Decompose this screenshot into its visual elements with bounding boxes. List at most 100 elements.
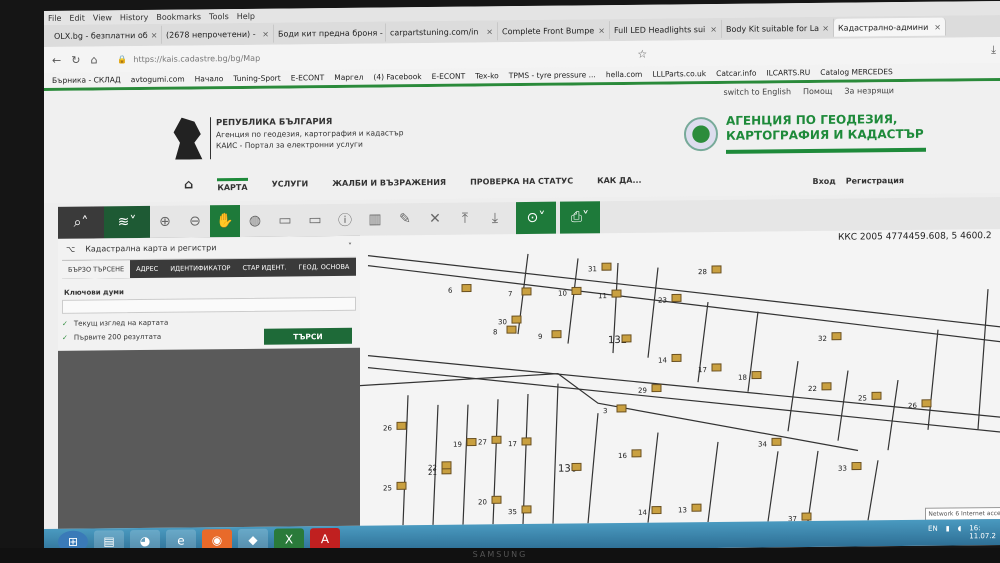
nav-services[interactable]: УСЛУГИ: [272, 179, 309, 188]
search-button[interactable]: ТЪРСИ: [264, 327, 352, 345]
pan-hand-button[interactable]: ✋: [210, 204, 240, 238]
parcel-label: 26: [383, 424, 392, 432]
bookmark-item[interactable]: Начало: [195, 74, 224, 83]
back-icon[interactable]: ←: [52, 53, 61, 66]
close-icon[interactable]: ×: [486, 27, 493, 36]
menu-item[interactable]: Edit: [69, 13, 85, 22]
browser-tab[interactable]: Complete Front Bumpe ×: [498, 21, 610, 41]
bookmark-item[interactable]: Бърника - СКЛАД: [52, 75, 121, 85]
browser-tab[interactable]: Body Kit suitable for La ×: [722, 18, 834, 38]
tab-geodetic-base[interactable]: ГЕОД. ОСНОВА: [292, 258, 355, 277]
print-button[interactable]: ⎙˅: [560, 201, 600, 234]
bookmark-item[interactable]: ILCARTS.RU: [766, 68, 810, 77]
clock[interactable]: 16: 11.07.2: [969, 524, 996, 540]
tab-quick-search[interactable]: БЪРЗО ТЪРСЕНЕ: [62, 260, 131, 279]
register-link[interactable]: Регистрация: [846, 176, 904, 186]
close-icon[interactable]: ×: [934, 22, 941, 31]
keywords-input[interactable]: [62, 296, 356, 314]
logo[interactable]: РЕПУБЛИКА БЪЛГАРИЯ Агенция по геодезия, к…: [172, 115, 404, 159]
parcel-label: 13: [678, 506, 687, 514]
zoom-in-button[interactable]: ⊕: [150, 206, 180, 238]
menu-item[interactable]: View: [93, 13, 112, 22]
close-icon[interactable]: ×: [710, 24, 717, 33]
switch-english-link[interactable]: switch to English: [723, 87, 791, 97]
option-first-200-label: Първите 200 резултата: [73, 332, 162, 342]
tab-identifier[interactable]: ИДЕНТИФИКАТОР: [164, 259, 236, 278]
close-icon[interactable]: ×: [151, 30, 158, 39]
info-button[interactable]: ⓘ: [330, 204, 360, 236]
acrobat-icon[interactable]: A: [310, 527, 340, 551]
building-marker: [396, 421, 407, 430]
draw-button[interactable]: ✎: [390, 203, 420, 235]
building-marker: [396, 481, 407, 490]
language-indicator[interactable]: EN: [928, 525, 938, 541]
parcel-label: 22: [808, 385, 817, 393]
building-marker: [871, 391, 882, 400]
home-icon[interactable]: ⌂: [90, 53, 97, 66]
bookmark-item[interactable]: Маргел: [334, 73, 363, 82]
bookmark-item[interactable]: TPMS - tyre pressure ...: [509, 70, 596, 80]
menu-item[interactable]: Tools: [209, 12, 229, 21]
browser-tab[interactable]: (2678 непрочетени) - ×: [162, 24, 274, 44]
home-nav-icon[interactable]: ⌂: [184, 177, 193, 192]
bookmark-item[interactable]: E-ECONT: [432, 72, 466, 81]
bookmark-item[interactable]: LLLParts.co.uk: [652, 69, 706, 79]
bookmark-item[interactable]: (4) Facebook: [373, 72, 421, 82]
close-icon[interactable]: ×: [822, 23, 829, 32]
export-button[interactable]: ⤓: [480, 202, 510, 234]
globe-button[interactable]: ◍: [240, 205, 270, 237]
building-marker: [651, 384, 662, 393]
layer-select-value: Кадастрална карта и регистри: [85, 243, 217, 254]
clear-button[interactable]: ✕: [420, 203, 450, 235]
zoom-box-out-button[interactable]: ▭: [300, 204, 330, 236]
upload-button[interactable]: ⤒: [450, 202, 480, 234]
reload-icon[interactable]: ↻: [71, 53, 80, 66]
browser-tab[interactable]: OLX.bg - безплатни об ×: [50, 25, 162, 45]
agency-line1: АГЕНЦИЯ ПО ГЕОДЕЗИЯ,: [726, 112, 898, 128]
login-link[interactable]: Вход: [813, 177, 836, 186]
zoom-box-in-button[interactable]: ▭: [270, 204, 300, 236]
menu-item[interactable]: Bookmarks: [156, 12, 201, 21]
zoom-out-button[interactable]: ⊖: [180, 205, 210, 237]
tab-address[interactable]: АДРЕС: [130, 260, 164, 278]
location-button[interactable]: ⊙˅: [516, 201, 556, 235]
search-toggle-button[interactable]: ⌕ ˄: [58, 206, 104, 239]
star-icon[interactable]: ☆: [637, 47, 647, 60]
volume-icon[interactable]: ◖: [958, 524, 962, 540]
menu-item[interactable]: Help: [237, 11, 255, 20]
menu-item[interactable]: File: [48, 13, 61, 22]
accessibility-link[interactable]: За незрящи: [844, 86, 894, 96]
close-icon[interactable]: ×: [598, 26, 605, 35]
measure-button[interactable]: ▥: [360, 203, 390, 235]
nav-status[interactable]: ПРОВЕРКА НА СТАТУС: [470, 176, 573, 186]
bookmark-item[interactable]: E-ECONT: [291, 73, 325, 82]
bookmark-item[interactable]: avtogumi.com: [131, 75, 185, 85]
site-header: switch to English Помощ За незрящи РЕПУБ…: [44, 80, 1000, 204]
url-bar[interactable]: 🔒 https://kais.cadastre.bg/bg/Map: [107, 45, 627, 68]
browser-tab[interactable]: Full LED Headlights sui ×: [610, 19, 722, 40]
nav-map[interactable]: КАРТА: [217, 177, 248, 192]
agency-line2: КАРТОГРАФИЯ И КАДАСТЪР: [726, 126, 924, 143]
bookmark-item[interactable]: Tex-ko: [475, 71, 499, 80]
layers-button[interactable]: ≋ ˅: [104, 205, 150, 239]
menu-item[interactable]: History: [120, 12, 148, 21]
browser-tab[interactable]: carpartstuning.com/in ×: [386, 22, 498, 42]
tab-label: Body Kit suitable for La: [726, 23, 820, 34]
bookmark-item[interactable]: Catcar.info: [716, 69, 756, 78]
close-icon[interactable]: ×: [262, 29, 269, 38]
nav-howto[interactable]: КАК ДА...: [597, 176, 642, 185]
bookmark-item[interactable]: Tuning-Sport: [233, 74, 280, 83]
help-link[interactable]: Помощ: [803, 87, 832, 96]
download-icon[interactable]: ⤓: [991, 43, 996, 57]
tab-old-identifier[interactable]: СТАР ИДЕНТ.: [236, 258, 292, 277]
network-icon[interactable]: ▮: [946, 525, 950, 541]
browser-tab[interactable]: Боди кит предна броня -×: [274, 23, 386, 43]
building-marker: [611, 289, 622, 298]
layer-select[interactable]: ⌥ Кадастрална карта и регистри ˅: [62, 235, 356, 261]
option-current-view[interactable]: ✓ Текущ изглед на картата: [62, 317, 356, 328]
nav-complaints[interactable]: ЖАЛБИ И ВЪЗРАЖЕНИЯ: [332, 178, 446, 188]
browser-tab[interactable]: Кадастрално-админи ×: [834, 17, 946, 37]
bookmark-item[interactable]: hella.com: [606, 70, 643, 79]
main-nav: ⌂ КАРТА УСЛУГИ ЖАЛБИ И ВЪЗРАЖЕНИЯ ПРОВЕР…: [184, 173, 642, 193]
bookmark-item[interactable]: Catalog MERCEDES: [820, 67, 892, 77]
